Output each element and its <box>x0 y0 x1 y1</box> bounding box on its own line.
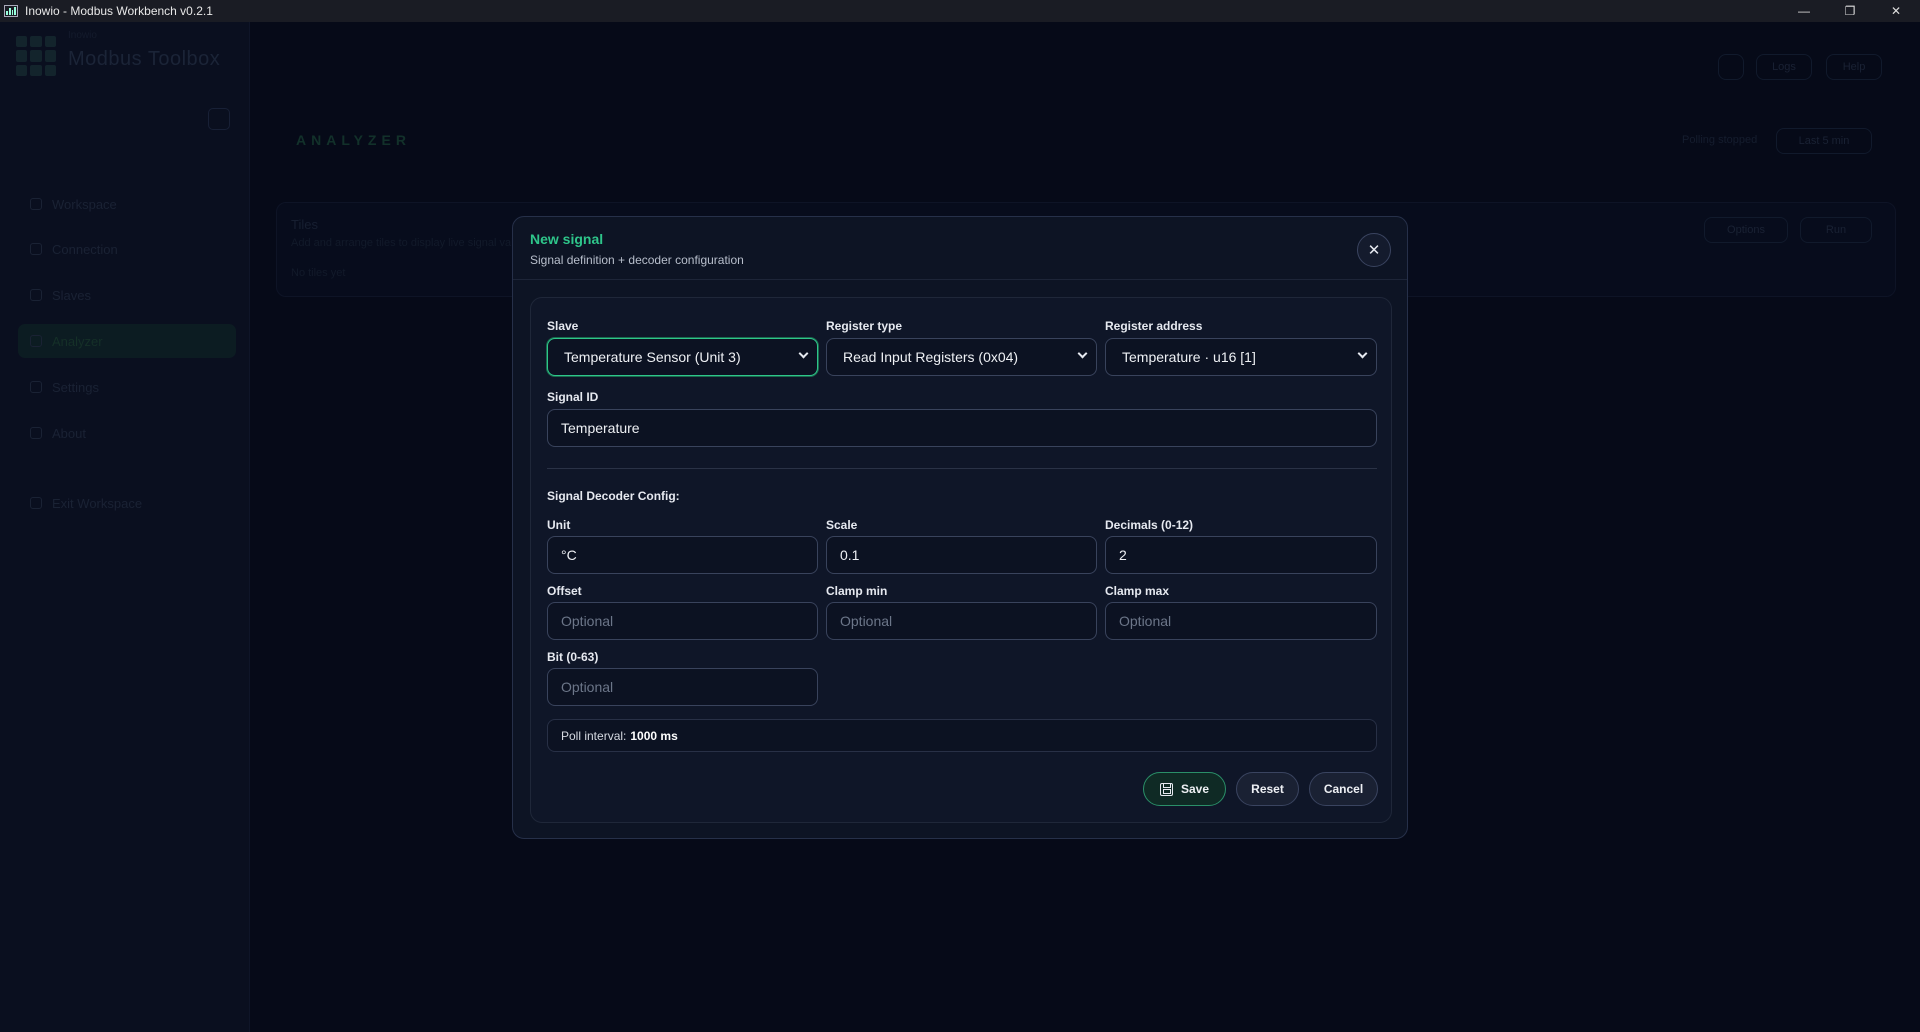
signal-id-label: Signal ID <box>547 390 599 404</box>
offset-input[interactable]: Optional <box>547 602 818 640</box>
sidebar-item-slaves[interactable]: Slaves <box>18 278 236 312</box>
scale-label: Scale <box>826 518 858 532</box>
brand-name: Modbus Toolbox <box>68 48 221 70</box>
brand-sub: Inowio <box>68 30 97 41</box>
window-close-button[interactable]: ✕ <box>1873 0 1919 22</box>
sidebar-item-analyzer[interactable]: Analyzer <box>18 324 236 358</box>
help-button[interactable]: Help <box>1826 54 1882 80</box>
sidebar-collapse-button[interactable] <box>208 108 230 130</box>
signal-id-input[interactable]: Temperature <box>547 409 1377 447</box>
folder-icon <box>30 198 42 210</box>
cancel-button[interactable]: Cancel <box>1309 772 1378 806</box>
tiles-card-title: Tiles <box>291 217 318 232</box>
dialog-close-button[interactable]: ✕ <box>1357 233 1391 267</box>
app-icon <box>4 5 18 17</box>
chevron-down-icon <box>1077 348 1088 359</box>
poll-interval-label: Poll interval: <box>561 728 627 743</box>
reset-button[interactable]: Reset <box>1236 772 1299 806</box>
dialog-title: New signal <box>530 231 604 247</box>
register-address-select[interactable]: Temperature · u16 [1] <box>1105 338 1377 376</box>
scale-input[interactable]: 0.1 <box>826 536 1097 574</box>
dialog-subtitle: Signal definition + decoder configuratio… <box>530 253 744 267</box>
poll-interval-value: 1000 ms <box>630 728 678 743</box>
clamp-max-label: Clamp max <box>1105 584 1170 598</box>
sidebar: Inowio Modbus Toolbox Workspace Connecti… <box>0 22 250 1032</box>
chart-icon <box>30 335 42 347</box>
slave-select[interactable]: Temperature Sensor (Unit 3) <box>547 338 818 376</box>
logs-button[interactable]: Logs <box>1756 54 1812 80</box>
sidebar-item-connection[interactable]: Connection <box>18 232 236 266</box>
unit-label: Unit <box>547 518 571 532</box>
tiles-card-desc: Add and arrange tiles to display live si… <box>291 237 532 249</box>
polling-status: Polling stopped <box>1682 134 1758 146</box>
slave-label: Slave <box>547 319 579 333</box>
poll-interval-info: Poll interval: 1000 ms <box>547 719 1377 752</box>
bit-input[interactable]: Optional <box>547 668 818 706</box>
link-icon <box>30 243 42 255</box>
decoder-config-heading: Signal Decoder Config: <box>547 489 680 503</box>
unit-input[interactable]: °C <box>547 536 818 574</box>
tiles-card-empty: No tiles yet <box>291 267 346 279</box>
offset-label: Offset <box>547 584 582 598</box>
sidebar-item-exit-workspace[interactable]: Exit Workspace <box>18 486 236 520</box>
signal-form: Slave Temperature Sensor (Unit 3) Regist… <box>530 297 1392 823</box>
clamp-max-input[interactable]: Optional <box>1105 602 1377 640</box>
time-range-select[interactable]: Last 5 min <box>1776 128 1872 154</box>
sidebar-item-about[interactable]: About <box>18 416 236 450</box>
run-button[interactable]: Run <box>1800 217 1872 243</box>
register-address-label: Register address <box>1105 319 1203 333</box>
options-button[interactable]: Options <box>1704 217 1788 243</box>
theme-button[interactable] <box>1718 54 1744 80</box>
server-icon <box>30 289 42 301</box>
logo <box>16 36 56 76</box>
save-icon <box>1159 782 1173 796</box>
info-icon <box>30 427 42 439</box>
divider <box>547 468 1377 469</box>
sidebar-item-settings[interactable]: Settings <box>18 370 236 404</box>
decimals-input[interactable]: 2 <box>1105 536 1377 574</box>
window-title: Inowio - Modbus Workbench v0.2.1 <box>25 4 213 18</box>
chevron-down-icon <box>798 348 809 359</box>
window-titlebar: Inowio - Modbus Workbench v0.2.1 — ❐ ✕ <box>0 0 1920 22</box>
register-type-label: Register type <box>826 319 903 333</box>
chevron-down-icon <box>1357 348 1368 359</box>
register-type-select[interactable]: Read Input Registers (0x04) <box>826 338 1097 376</box>
close-icon: ✕ <box>1367 242 1381 259</box>
decimals-label: Decimals (0-12) <box>1105 518 1194 532</box>
clamp-min-input[interactable]: Optional <box>826 602 1097 640</box>
gear-icon <box>30 381 42 393</box>
bit-label: Bit (0-63) <box>547 650 599 664</box>
save-button[interactable]: Save <box>1143 772 1226 806</box>
new-signal-dialog: New signal Signal definition + decoder c… <box>512 216 1408 839</box>
page-title: ANALYZER <box>296 132 411 148</box>
minimize-button[interactable]: — <box>1781 0 1827 22</box>
sidebar-item-workspace[interactable]: Workspace <box>18 187 236 221</box>
exit-icon <box>30 497 42 509</box>
dialog-header: New signal Signal definition + decoder c… <box>513 217 1407 280</box>
maximize-button[interactable]: ❐ <box>1827 0 1873 22</box>
clamp-min-label: Clamp min <box>826 584 888 598</box>
